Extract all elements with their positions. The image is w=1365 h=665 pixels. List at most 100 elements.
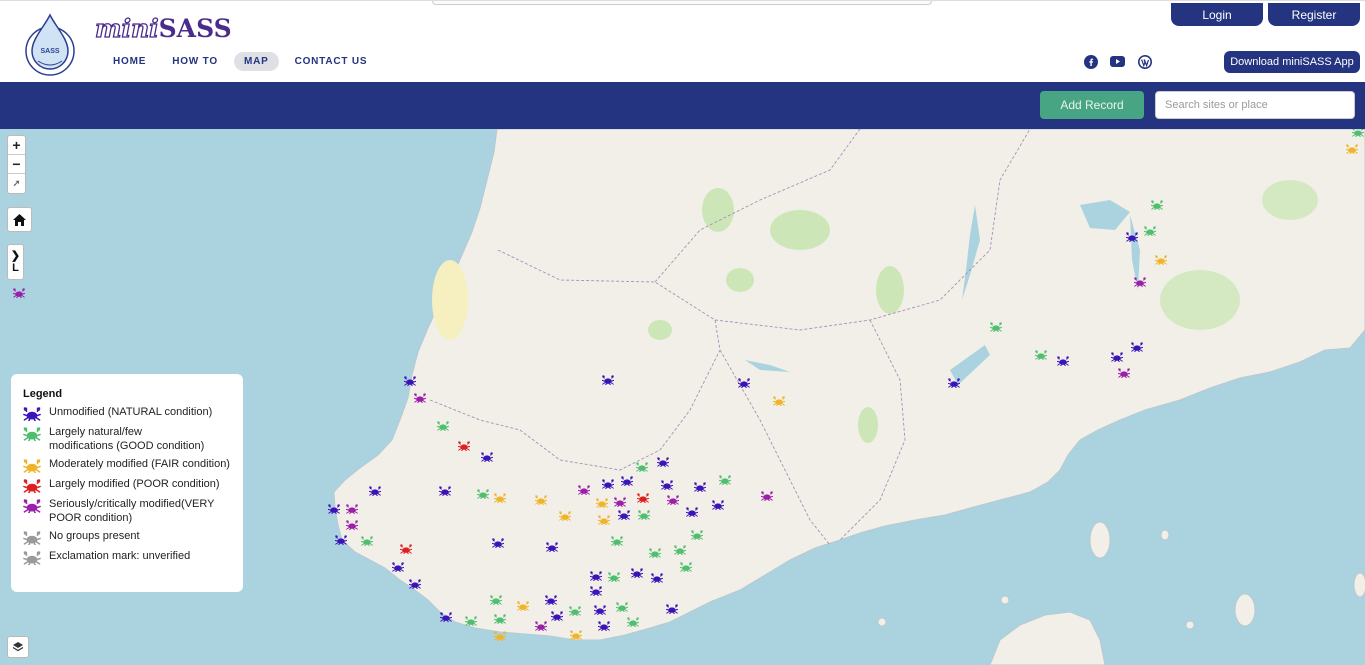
site-marker[interactable] — [616, 602, 628, 612]
site-marker[interactable] — [361, 536, 373, 546]
site-marker[interactable] — [13, 288, 25, 298]
site-marker[interactable] — [602, 479, 614, 489]
site-marker[interactable] — [621, 476, 633, 486]
site-marker[interactable] — [439, 486, 451, 496]
site-marker[interactable] — [1126, 232, 1138, 242]
site-marker[interactable] — [346, 504, 358, 514]
site-marker[interactable] — [551, 611, 563, 621]
search-sites-input[interactable] — [1155, 91, 1355, 119]
site-marker[interactable] — [335, 535, 347, 545]
site-marker[interactable] — [1155, 255, 1167, 265]
site-marker[interactable] — [1346, 144, 1358, 154]
site-marker[interactable] — [1352, 129, 1364, 137]
site-marker[interactable] — [594, 605, 606, 615]
layers-button[interactable] — [7, 636, 29, 658]
site-marker[interactable] — [465, 616, 477, 626]
site-marker[interactable] — [477, 489, 489, 499]
site-marker[interactable] — [1118, 368, 1130, 378]
nav-how-to[interactable]: HOW TO — [162, 52, 228, 71]
wordpress-icon[interactable] — [1137, 54, 1152, 69]
site-marker[interactable] — [649, 548, 661, 558]
site-marker[interactable] — [608, 572, 620, 582]
site-marker[interactable] — [614, 497, 626, 507]
site-marker[interactable] — [674, 545, 686, 555]
reset-bearing-button[interactable]: ➚ — [8, 174, 25, 193]
download-app-button[interactable]: Download miniSASS App — [1224, 51, 1360, 73]
register-button[interactable]: Register — [1268, 3, 1360, 26]
site-marker[interactable] — [680, 562, 692, 572]
site-marker[interactable] — [494, 631, 506, 641]
site-marker[interactable] — [990, 322, 1002, 332]
nav-contact-us[interactable]: CONTACT US — [285, 52, 378, 71]
site-marker[interactable] — [694, 482, 706, 492]
site-marker[interactable] — [578, 485, 590, 495]
site-marker[interactable] — [414, 393, 426, 403]
site-marker[interactable] — [590, 571, 602, 581]
site-marker[interactable] — [1131, 342, 1143, 352]
site-marker[interactable] — [1035, 350, 1047, 360]
site-marker[interactable] — [559, 511, 571, 521]
nav-home[interactable]: HOME — [103, 52, 156, 71]
login-button[interactable]: Login — [1171, 3, 1263, 26]
site-marker[interactable] — [1111, 352, 1123, 362]
site-marker[interactable] — [328, 504, 340, 514]
site-marker[interactable] — [546, 542, 558, 552]
site-marker[interactable] — [492, 538, 504, 548]
site-marker[interactable] — [631, 568, 643, 578]
site-marker[interactable] — [686, 507, 698, 517]
site-marker[interactable] — [494, 614, 506, 624]
site-marker[interactable] — [661, 480, 673, 490]
site-marker[interactable] — [458, 441, 470, 451]
site-marker[interactable] — [761, 491, 773, 501]
site-marker[interactable] — [636, 462, 648, 472]
site-marker[interactable] — [409, 579, 421, 589]
panel-toggle-button[interactable]: ❯ L — [7, 244, 24, 280]
minisass-logo[interactable]: SASS — [24, 11, 76, 77]
facebook-icon[interactable] — [1083, 54, 1098, 69]
site-marker[interactable] — [369, 486, 381, 496]
site-marker[interactable] — [719, 475, 731, 485]
youtube-icon[interactable] — [1110, 54, 1125, 69]
site-marker[interactable] — [1144, 226, 1156, 236]
site-marker[interactable] — [1057, 356, 1069, 366]
site-marker[interactable] — [481, 452, 493, 462]
brand-wordmark[interactable]: miniSASS — [94, 13, 231, 43]
site-marker[interactable] — [948, 378, 960, 388]
site-marker[interactable] — [666, 604, 678, 614]
site-marker[interactable] — [1134, 277, 1146, 287]
zoom-out-button[interactable]: − — [8, 155, 25, 174]
site-marker[interactable] — [517, 601, 529, 611]
site-marker[interactable] — [773, 396, 785, 406]
site-marker[interactable] — [535, 495, 547, 505]
site-marker[interactable] — [494, 493, 506, 503]
site-marker[interactable] — [598, 621, 610, 631]
add-record-button[interactable]: Add Record — [1040, 91, 1144, 119]
site-marker[interactable] — [404, 376, 416, 386]
site-marker[interactable] — [400, 544, 412, 554]
site-marker[interactable] — [598, 515, 610, 525]
top-dropdown-tab[interactable] — [432, 1, 932, 5]
site-marker[interactable] — [738, 378, 750, 388]
site-marker[interactable] — [667, 495, 679, 505]
site-marker[interactable] — [490, 595, 502, 605]
site-marker[interactable] — [437, 421, 449, 431]
site-marker[interactable] — [638, 510, 650, 520]
site-marker[interactable] — [570, 630, 582, 640]
site-marker[interactable] — [535, 621, 547, 631]
site-marker[interactable] — [611, 536, 623, 546]
site-marker[interactable] — [596, 498, 608, 508]
site-marker[interactable] — [545, 595, 557, 605]
site-marker[interactable] — [1151, 200, 1163, 210]
site-marker[interactable] — [691, 530, 703, 540]
site-marker[interactable] — [657, 457, 669, 467]
site-marker[interactable] — [440, 612, 452, 622]
site-marker[interactable] — [346, 520, 358, 530]
site-marker[interactable] — [602, 375, 614, 385]
zoom-in-button[interactable]: + — [8, 136, 25, 155]
site-marker[interactable] — [637, 493, 649, 503]
site-marker[interactable] — [392, 562, 404, 572]
site-marker[interactable] — [627, 617, 639, 627]
nav-map[interactable]: MAP — [233, 52, 279, 71]
site-marker[interactable] — [590, 586, 602, 596]
site-marker[interactable] — [712, 500, 724, 510]
